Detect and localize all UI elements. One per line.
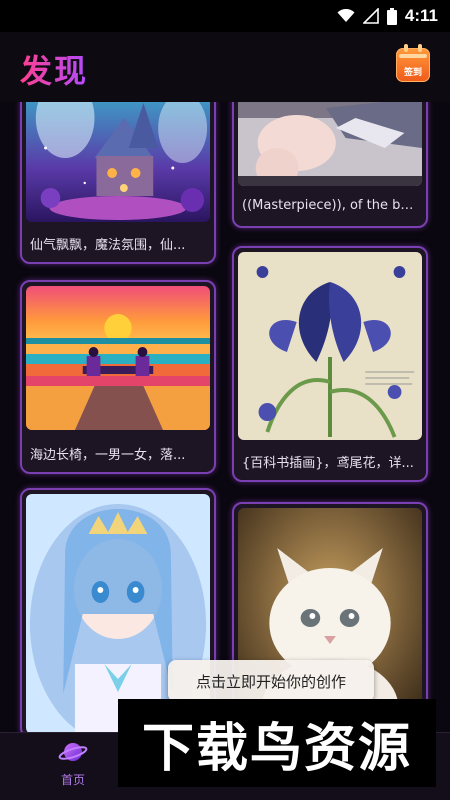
page-title: 发现 (20, 46, 88, 92)
calendar-icon (399, 54, 427, 58)
watermark-text: 下载鸟资源 (141, 718, 412, 779)
watermark: 下载鸟资源 (118, 699, 436, 787)
battery-icon (386, 7, 397, 25)
nav-label-home: 首页 (60, 773, 85, 787)
nav-item-home[interactable]: 首页 (28, 739, 118, 788)
card-image-anime-legs (238, 102, 422, 186)
card-caption: 海边长椅，一男一女，落... (30, 448, 186, 463)
header: 发现 签到 (0, 32, 450, 102)
discover-feed[interactable]: 仙气飘飘，魔法氛围，仙... ((Masterpiece)), of the b… (0, 102, 450, 732)
feed-card[interactable]: {百科书插画}，鸢尾花，详... (232, 246, 428, 482)
card-image-fairy-house (26, 102, 210, 222)
status-bar: 4:11 (0, 0, 450, 32)
feed-card[interactable]: ((Masterpiece)), of the bes... (232, 102, 428, 228)
planet-icon (58, 743, 88, 761)
signal-icon (362, 8, 379, 24)
card-caption: ((Masterpiece)), of the bes... (242, 198, 420, 213)
checkin-button[interactable]: 签到 (396, 44, 430, 82)
status-time: 4:11 (404, 6, 438, 25)
wifi-icon (337, 9, 355, 22)
feed-card[interactable]: 海边长椅，一男一女，落... (20, 280, 216, 474)
card-image-iris-botanical (238, 252, 422, 440)
card-caption: {百科书插画}，鸢尾花，详... (242, 456, 414, 471)
toast-message: 点击立即开始你的创作 (168, 660, 374, 702)
checkin-label: 签到 (403, 68, 422, 78)
card-image-sunset-bench (26, 286, 210, 430)
card-caption: 仙气飘飘，魔法氛围，仙... (30, 238, 186, 253)
feed-card[interactable]: 仙气飘飘，魔法氛围，仙... (20, 102, 216, 264)
